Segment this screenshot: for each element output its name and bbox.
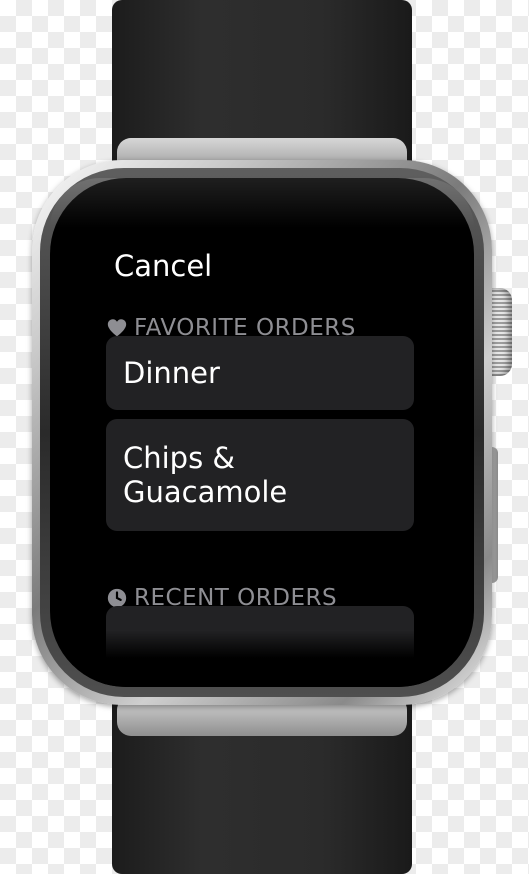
order-picker-screen: Cancel FAVORITE ORDERS Dinner Chips & Gu… — [50, 178, 474, 687]
favorite-order-item-dinner[interactable]: Dinner — [106, 336, 414, 410]
list-item-label: Chips & Guacamole — [123, 441, 288, 509]
watch-screen: Cancel FAVORITE ORDERS Dinner Chips & Gu… — [50, 178, 474, 687]
list-item-label: Dinner — [123, 356, 220, 390]
favorite-order-item-chips[interactable]: Chips & Guacamole — [106, 419, 414, 531]
cancel-button[interactable]: Cancel — [114, 248, 212, 284]
bottom-fade — [50, 630, 474, 687]
watch-case: Cancel FAVORITE ORDERS Dinner Chips & Gu… — [32, 160, 492, 705]
